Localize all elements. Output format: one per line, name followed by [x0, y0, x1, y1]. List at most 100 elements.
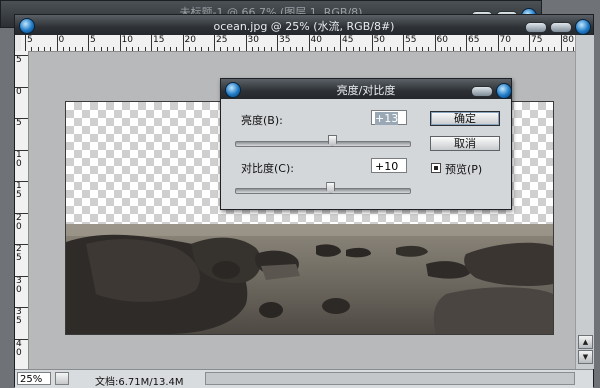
ruler-left-tick-label: 15 [16, 181, 22, 200]
ruler-top-tick [264, 47, 266, 51]
vertical-scrollbar[interactable]: ▲ ▼ [575, 35, 594, 369]
ruler-top-tick [547, 47, 549, 51]
ruler-top-tick [384, 47, 386, 51]
ruler-top-tick [466, 35, 467, 51]
ruler-top-tick [434, 35, 436, 51]
ruler-top-tick [510, 47, 512, 51]
preview-checkbox[interactable] [431, 163, 441, 173]
brightness-label: 亮度(B): [241, 114, 283, 127]
ruler-top-tick [484, 47, 486, 51]
ruler-left-tick [15, 338, 28, 340]
ruler-top-tick [75, 47, 77, 51]
ruler-top-tick-label: 75 [531, 35, 543, 45]
ruler-top-tick [346, 47, 348, 51]
ruler-left-tick-label: 10 [16, 149, 22, 169]
scroll-up-arrow-icon[interactable]: ▲ [578, 335, 593, 349]
ruler-top-tick [50, 47, 52, 51]
ruler-top-tick [31, 47, 33, 51]
ruler-top-tick [25, 35, 26, 51]
ruler-top-tick [169, 47, 171, 51]
ruler-top-tick [371, 35, 373, 51]
ruler-top-tick [207, 47, 209, 51]
ruler-top-tick [144, 47, 146, 51]
dialog-minimize-button[interactable] [471, 85, 493, 97]
brightness-slider-track[interactable] [235, 141, 411, 147]
document-title: ocean.jpg @ 25% (水流, RGB/8#) [213, 20, 395, 33]
ruler-top-tick [176, 47, 178, 51]
vertical-ruler[interactable]: 5 0 5 10 15 20 25 30 35 40 [15, 51, 29, 369]
ruler-left-tick [15, 244, 28, 245]
ruler-top-tick [365, 47, 367, 51]
doc-close-button[interactable] [575, 19, 591, 35]
ruler-top-tick [188, 47, 190, 51]
ruler-top-tick [106, 47, 108, 51]
ruler-top-tick [62, 47, 64, 51]
document-window-controls [525, 19, 591, 35]
ruler-top-tick [560, 35, 562, 51]
ruler-left-tick [15, 275, 28, 277]
ruler-top-tick [522, 47, 524, 51]
ruler-top-tick [491, 47, 493, 51]
ruler-top-tick-label: 20 [184, 35, 196, 45]
ruler-left-tick-label: 20 [16, 212, 22, 232]
ruler-left-tick-label: 25 [16, 244, 22, 263]
ruler-left-tick-label: 5 [16, 55, 22, 65]
document-titlebar[interactable]: ocean.jpg @ 25% (水流, RGB/8#) [15, 15, 593, 35]
ruler-top-tick-label: 60 [436, 35, 448, 45]
ruler-top-tick [516, 47, 518, 51]
ruler-top-tick-label: 0 [58, 35, 65, 45]
ruler-top-tick [138, 47, 140, 51]
ruler-top-tick [113, 47, 115, 51]
status-menu-icon[interactable] [55, 372, 69, 385]
brightness-value: +13 [375, 112, 399, 125]
ruler-top-tick-label: 40 [310, 35, 322, 45]
dialog-close-button[interactable] [496, 83, 512, 99]
ruler-top-tick [459, 47, 461, 51]
ruler-top-tick [195, 47, 197, 51]
ruler-top-tick-label: 55 [405, 35, 417, 45]
cancel-button[interactable]: 取消 [430, 136, 500, 151]
horizontal-ruler[interactable]: 5 0 5 10 15 20 25 30 35 40 45 50 55 60 65 70 75 80 [21, 35, 581, 52]
ruler-top-tick [340, 35, 341, 51]
contrast-slider-track[interactable] [235, 188, 411, 194]
ruler-top-tick [270, 47, 272, 51]
document-size-info: 文档:6.71M/13.4M [95, 377, 184, 388]
ruler-top-tick [314, 47, 316, 51]
ruler-left-tick [15, 86, 28, 88]
ruler-left-tick-label: 35 [16, 307, 22, 326]
ruler-top-tick-label: 65 [468, 35, 480, 45]
zoom-field[interactable]: 25% [17, 372, 51, 385]
ruler-top-tick-label: 50 [373, 35, 385, 45]
dialog-titlebar[interactable]: 亮度/对比度 [221, 79, 512, 99]
ruler-top-tick [541, 47, 543, 51]
ruler-top-tick [88, 35, 89, 51]
horizontal-scrollbar[interactable] [205, 372, 575, 385]
ruler-left-tick-label: 40 [16, 338, 22, 358]
ruler-left-tick [15, 307, 28, 308]
ok-button[interactable]: 确定 [430, 111, 500, 126]
ruler-left-tick-label: 0 [16, 86, 22, 97]
ruler-top-tick-label: 35 [279, 35, 291, 45]
ruler-top-tick [239, 47, 241, 51]
ruler-top-tick [151, 35, 152, 51]
ruler-top-tick [295, 47, 297, 51]
ruler-top-tick [232, 47, 234, 51]
contrast-input[interactable]: +10 [371, 158, 407, 173]
ruler-top-tick [100, 47, 102, 51]
ruler-top-tick-label: 5 [90, 35, 96, 45]
ruler-left-tick [15, 181, 28, 182]
ruler-top-tick [277, 35, 278, 51]
ruler-top-tick [289, 47, 291, 51]
scroll-down-arrow-icon[interactable]: ▼ [578, 350, 593, 364]
ruler-top-tick-label: 70 [499, 35, 511, 45]
doc-minimize-button[interactable] [525, 21, 547, 33]
ruler-left-tick [15, 55, 28, 56]
ruler-top-tick [258, 47, 260, 51]
ocean-rocks-photo [66, 224, 553, 334]
ruler-top-tick [201, 47, 203, 51]
dialog-window-controls [471, 83, 512, 99]
brightness-input[interactable]: +13 [371, 110, 407, 125]
doc-maximize-button[interactable] [550, 21, 572, 33]
ruler-top-tick [214, 35, 215, 51]
ruler-top-tick [352, 47, 354, 51]
